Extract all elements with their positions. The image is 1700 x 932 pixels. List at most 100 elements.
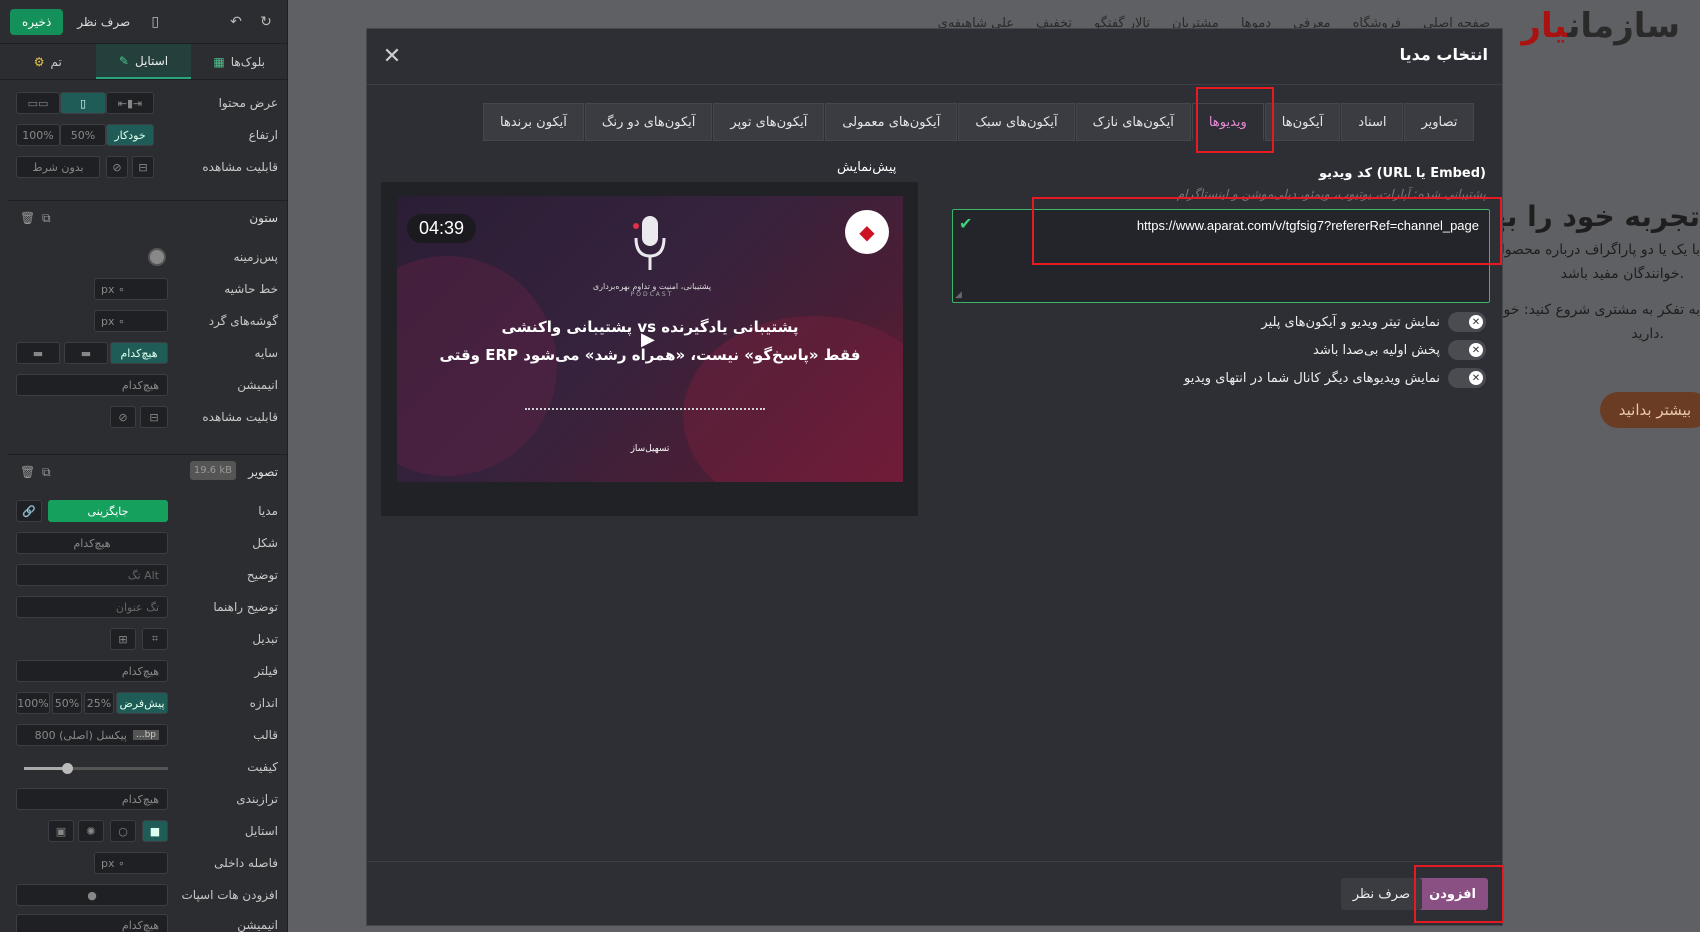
logo-accent-text: یار <box>1521 6 1568 46</box>
desktop-hide-icon[interactable]: ⊟ <box>132 156 154 178</box>
alt-label: توضیح <box>246 568 278 582</box>
image-animation-select[interactable]: هیچ‌کدام <box>16 914 168 932</box>
width-full-option[interactable]: ⇤▮⇥ <box>106 92 154 114</box>
tab-media-1[interactable]: اسناد <box>1341 103 1404 141</box>
visibility-row: قابلیت مشاهده بدون شرط ⊘ ⊟ <box>0 156 288 180</box>
shadow-large-option[interactable]: ▬ <box>16 342 60 364</box>
gear-style-icon[interactable]: ✺ <box>78 820 104 842</box>
radius-label: گوشه‌های گرد <box>208 314 278 328</box>
mobile-hide-icon[interactable]: ⊘ <box>106 156 128 178</box>
preview-label: پیش‌نمایش <box>837 160 897 175</box>
radius-input[interactable]: px ∘ <box>94 310 168 332</box>
tab-style[interactable]: ✎ استایل <box>95 44 192 79</box>
option-related-videos[interactable]: نمایش ویدیوهای دیگر کانال شما در انتهای … <box>1184 367 1486 389</box>
size-default-option[interactable]: پیش‌فرض <box>116 692 168 714</box>
tab-media-0[interactable]: تصاویر <box>1404 103 1475 141</box>
animation-row: انیمیشن هیچ‌کدام <box>0 374 288 398</box>
hotspot-toggle[interactable]: ● <box>16 884 168 906</box>
replace-media-button[interactable]: جایگزینی <box>48 500 168 522</box>
background-row: پس‌زمینه <box>0 246 288 270</box>
media-label: مدیا <box>258 504 278 518</box>
mobile-hide-icon[interactable]: ⊘ <box>110 406 136 428</box>
audio-waveform <box>525 408 765 410</box>
tab-media-9[interactable]: آیکون برندها <box>483 103 584 141</box>
play-icon[interactable]: ▶ <box>641 329 655 350</box>
option-show-title-toggle[interactable]: ✕ <box>1448 312 1486 332</box>
shadow-none-option[interactable]: هیچ‌کدام <box>110 342 168 364</box>
height-row: ارتفاع 100% 50% خودکار <box>0 124 288 148</box>
crop-icon[interactable]: ⌗ <box>142 628 168 650</box>
resize-icon[interactable]: ⊞ <box>110 628 136 650</box>
tab-blocks[interactable]: ▦ بلوک‌ها <box>191 44 287 79</box>
width-medium-option[interactable]: ▯ <box>60 92 106 114</box>
size-100-option[interactable]: 100% <box>16 692 50 714</box>
modal-footer: افزودن صرف نظر <box>367 861 1502 925</box>
trash-icon[interactable]: 🗑 <box>20 465 35 479</box>
copy-icon[interactable]: ⧉ <box>42 465 51 480</box>
discard-button[interactable]: صرف نظر <box>71 15 136 29</box>
tab-media-6[interactable]: آیکون‌های معمولی <box>825 103 958 141</box>
padding-input[interactable]: px ∘ <box>94 852 168 874</box>
height-auto-option[interactable]: خودکار <box>106 124 154 146</box>
tab-media-7[interactable]: آیکون‌های توپر <box>713 103 825 141</box>
option-related-videos-toggle[interactable]: ✕ <box>1448 368 1486 388</box>
column-visibility-label: قابلیت مشاهده <box>202 410 278 424</box>
desktop-hide-icon[interactable]: ⊟ <box>140 406 168 428</box>
square-style-icon[interactable]: ■ <box>142 820 168 842</box>
undo-icon[interactable]: ↶ <box>225 11 247 33</box>
hotspot-label: افزودن هات اسپات <box>181 888 278 902</box>
video-duration: 04:39 <box>407 214 477 243</box>
shadow-row: سایه ▬ ▬ هیچ‌کدام <box>0 342 288 366</box>
width-narrow-option[interactable]: ▭▭ <box>16 92 60 114</box>
height-100-option[interactable]: 100% <box>16 124 60 146</box>
video-preview: 04:39 ◆ پشتیبانی، امنیت و تداوم بهره‌برد… <box>381 182 918 516</box>
quality-slider[interactable] <box>24 763 168 774</box>
image-animation-label: انیمیشن <box>237 918 278 932</box>
modal-title: انتخاب مدیا <box>1399 45 1488 64</box>
cancel-button[interactable]: صرف نظر <box>1340 878 1422 910</box>
resize-handle-icon[interactable]: ◢ <box>955 290 962 300</box>
tab-media-5[interactable]: آیکون‌های سبک <box>958 103 1075 141</box>
column-section-header[interactable]: ستون 🗑 ⧉ <box>8 200 288 236</box>
tab-blocks-label: بلوک‌ها <box>230 54 265 69</box>
shadow-small-option[interactable]: ▬ <box>64 342 108 364</box>
quality-slider-knob[interactable] <box>62 763 74 774</box>
size-50-option[interactable]: 50% <box>52 692 82 714</box>
trash-icon[interactable]: 🗑 <box>20 211 35 225</box>
shape-select[interactable]: هیچ‌کدام <box>16 532 168 554</box>
tab-media-4[interactable]: آیکون‌های نازک <box>1075 103 1191 141</box>
image-section-header[interactable]: تصویر 19.6 kB 🗑 ⧉ <box>8 454 288 490</box>
tab-media-8[interactable]: آیکون‌های دو رنگ <box>584 103 713 141</box>
background-color-swatch[interactable] <box>148 248 166 266</box>
copy-icon[interactable]: ⧉ <box>42 211 51 226</box>
visibility-select[interactable]: بدون شرط <box>16 156 100 178</box>
save-button[interactable]: ذخیره <box>10 8 64 35</box>
filter-select[interactable]: هیچ‌کدام <box>16 660 168 682</box>
image-style-icon[interactable]: ▣ <box>48 820 74 842</box>
radius-row: گوشه‌های گرد px ∘ <box>0 310 288 334</box>
alignment-select[interactable]: هیچ‌کدام <box>16 788 168 810</box>
video-player[interactable]: 04:39 ◆ پشتیبانی، امنیت و تداوم بهره‌برد… <box>397 196 903 482</box>
title-input[interactable]: تگ عنوان <box>16 596 168 618</box>
height-50-option[interactable]: 50% <box>60 124 106 146</box>
border-label: خط حاشیه <box>224 282 278 296</box>
circle-style-icon[interactable]: ○ <box>110 820 136 842</box>
sidebar-toolbar: ذخیره صرف نظر ▯ ↶ ↻ <box>0 0 287 44</box>
border-row: خط حاشیه px ∘ <box>0 278 288 302</box>
animation-select[interactable]: هیچ‌کدام <box>16 374 168 396</box>
option-related-videos-label: نمایش ویدیوهای دیگر کانال شما در انتهای … <box>1184 370 1440 386</box>
option-muted-autoplay[interactable]: پخش اولیه بی‌صدا باشد ✕ <box>1313 339 1486 361</box>
redo-icon[interactable]: ↻ <box>255 11 277 33</box>
size-label: اندازه <box>249 696 278 710</box>
border-input[interactable]: px ∘ <box>94 278 168 300</box>
close-icon[interactable]: ✕ <box>379 43 405 69</box>
alt-input[interactable]: تگ Alt <box>16 564 168 586</box>
option-muted-autoplay-toggle[interactable]: ✕ <box>1448 340 1486 360</box>
link-icon[interactable]: 🔗 <box>16 500 42 522</box>
tab-media-2[interactable]: آیکون‌ها <box>1264 103 1341 141</box>
tab-theme[interactable]: ⚙ تم <box>0 44 96 79</box>
format-select[interactable]: 800 پیکسل (اصلی) ...bp <box>16 724 168 746</box>
mobile-preview-icon[interactable]: ▯ <box>144 11 166 33</box>
size-25-option[interactable]: 25% <box>84 692 114 714</box>
option-show-title[interactable]: نمایش تیتر ویدیو و آیکون‌های پلیر ✕ <box>1261 311 1486 333</box>
